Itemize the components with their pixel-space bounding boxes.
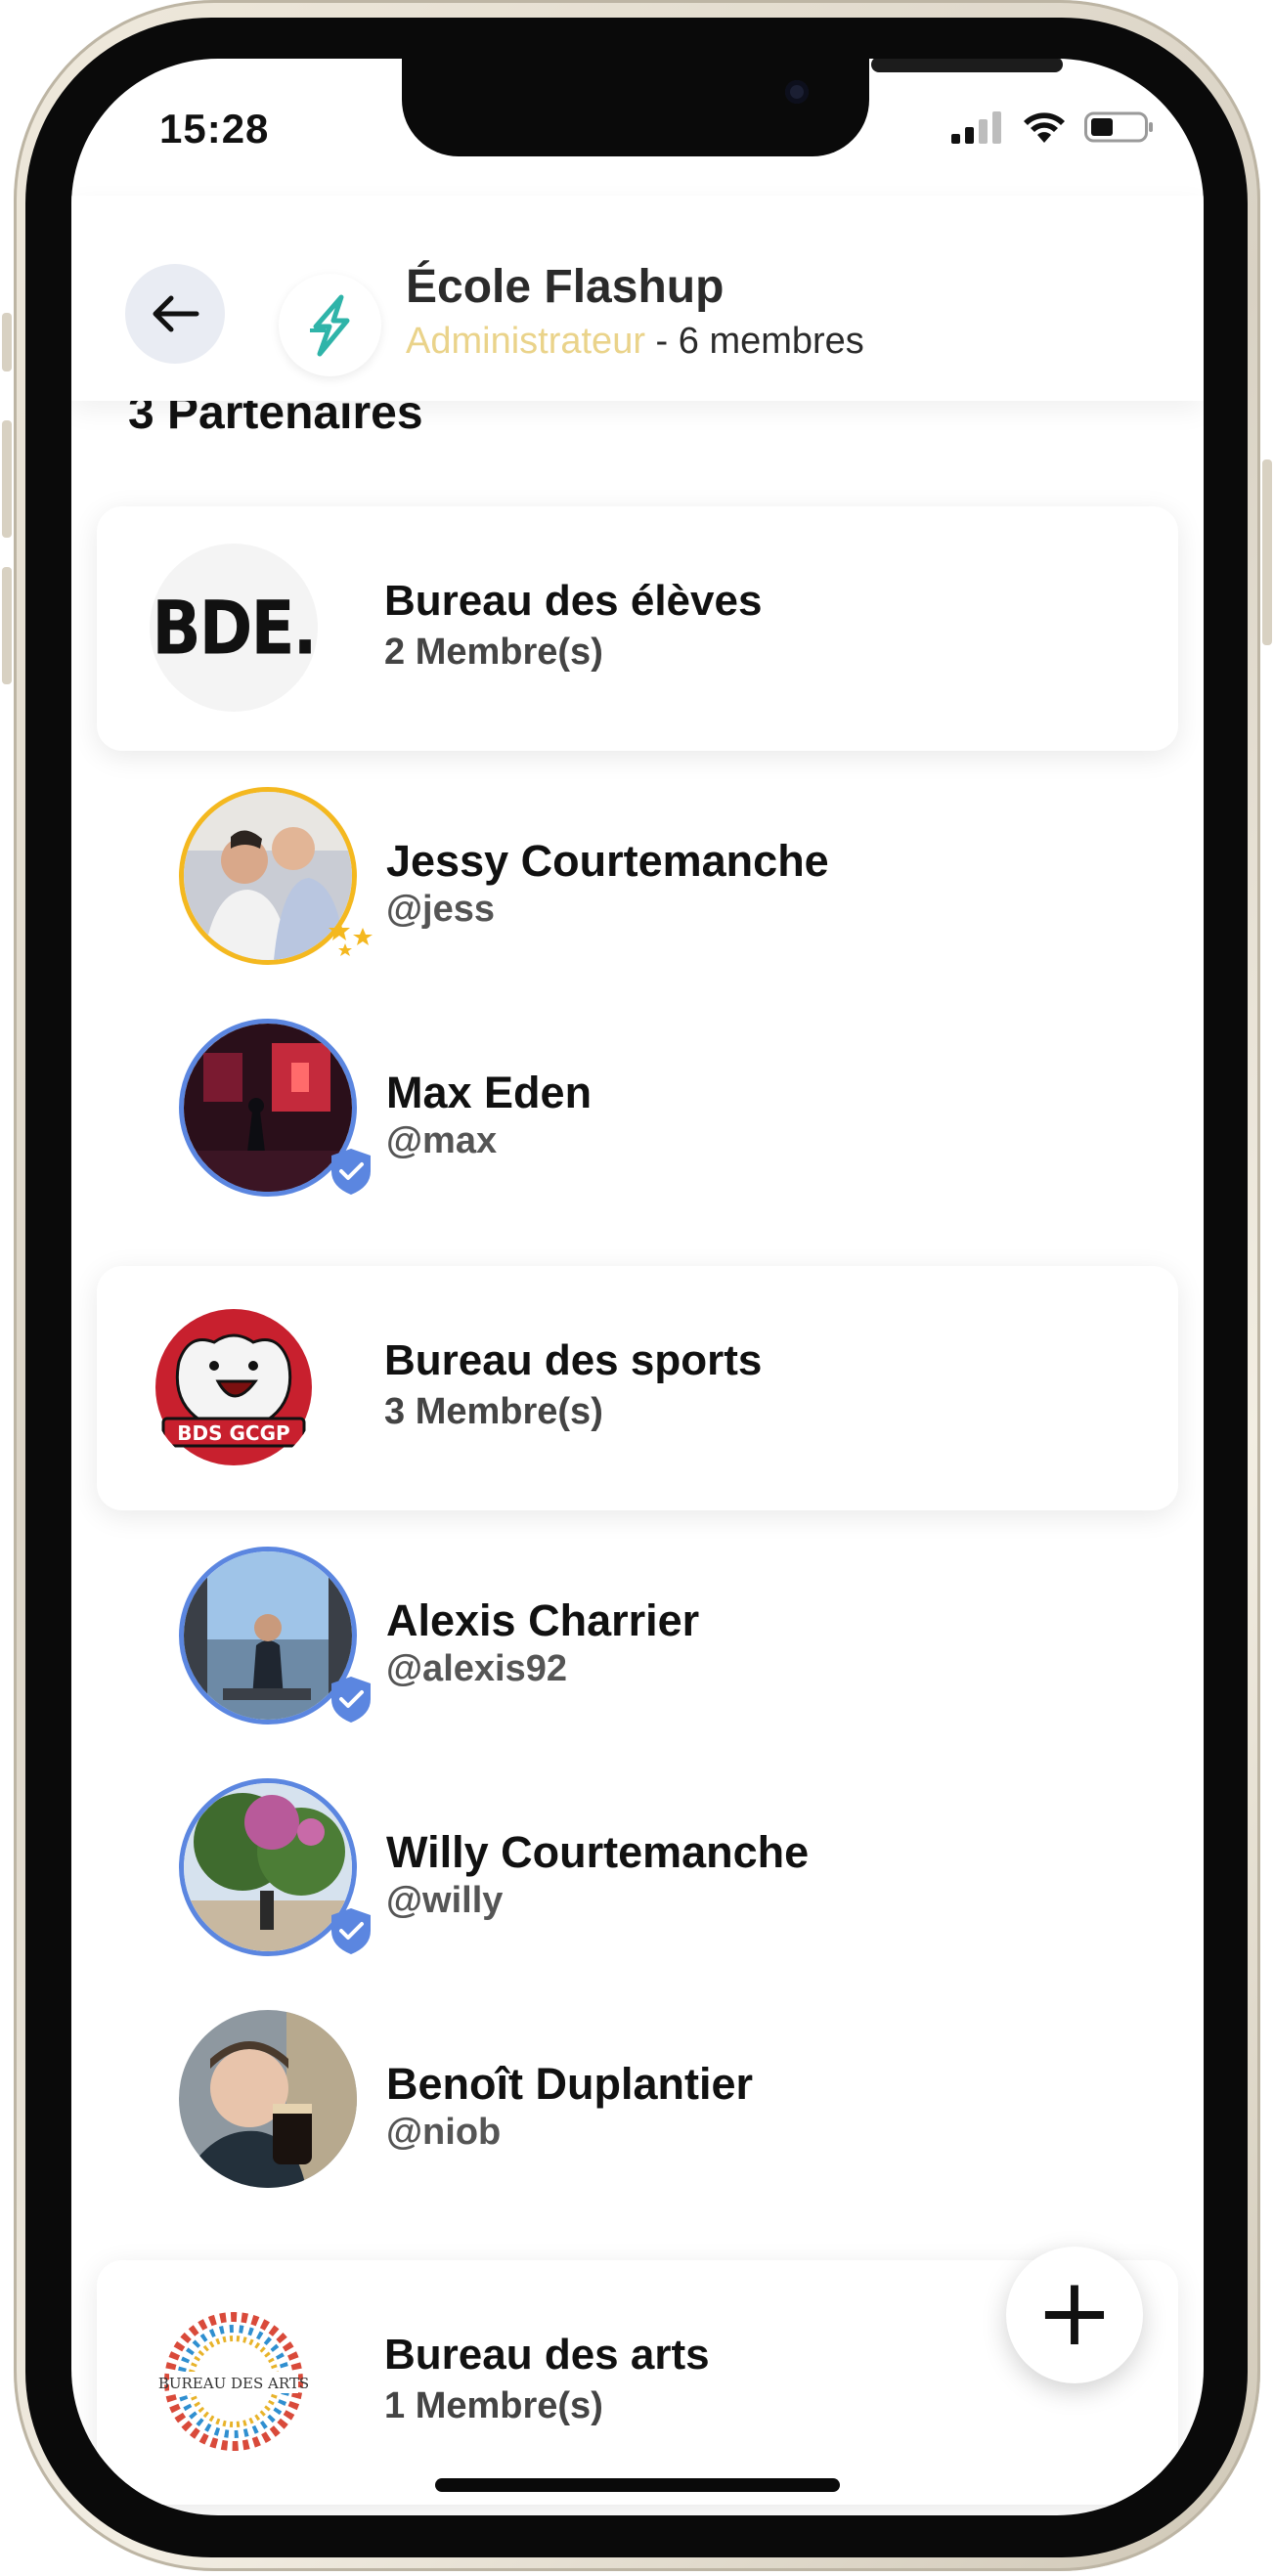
status-time: 15:28 [159,106,270,152]
members-info: - 6 membres [644,321,864,362]
plus-icon: + [1034,2257,1115,2367]
arts-logo-icon: BUREAU DES ARTS [158,2312,309,2451]
bde-logo-text: BDE. [152,584,317,672]
member-row[interactable]: Willy Courtemanche @willy [179,1778,1157,1964]
group-card-title: Bureau des arts [384,2331,710,2379]
member-handle: @niob [386,2112,502,2153]
mute-switch [2,313,12,371]
member-row[interactable]: Max Eden @max [179,1019,1157,1204]
volume-down-button [2,567,12,684]
group-subtitle: Administrateur - 6 membres [406,321,864,363]
member-handle: @jess [386,889,496,930]
group-card-count: 2 Membre(s) [384,632,603,673]
member-name: Benoît Duplantier [386,2059,754,2109]
bds-logo: BDS GCGP [150,1303,318,1471]
arrow-left-icon [153,295,199,332]
avatar [179,2010,357,2188]
group-card-title: Bureau des sports [384,1336,763,1384]
verified-shield-icon [331,1908,371,1954]
member-name: Alexis Charrier [386,1595,700,1645]
group-name: École Flashup [406,261,725,313]
volume-up-button [2,420,12,538]
member-handle: @willy [386,1880,504,1921]
speaker [871,59,1063,72]
group-header: École Flashup Administrateur - 6 membres [71,196,1204,401]
wifi-icon [1024,112,1065,143]
stars-icon [329,920,373,956]
bde-logo: BDE. [150,544,318,712]
bear-logo-icon: BDS GCGP [155,1309,312,1465]
group-logo[interactable] [279,274,381,376]
home-indicator[interactable] [435,2478,840,2492]
add-partner-button[interactable]: + [1006,2247,1143,2383]
signal-icon [951,111,1001,144]
partner-card-bde[interactable]: BDE. Bureau des élèves 2 Membre(s) [97,506,1178,751]
screen: 15:28 École Flashup Administrateur - 6 m… [71,59,1204,2515]
arts-logo: BUREAU DES ARTS [150,2297,318,2466]
member-handle: @max [386,1120,498,1161]
partner-card-bds[interactable]: BDS GCGP Bureau des sports 3 Membre(s) [97,1266,1178,1510]
stage: 15:28 École Flashup Administrateur - 6 m… [0,0,1274,2576]
group-card-title: Bureau des élèves [384,577,763,625]
verified-shield-icon [331,1149,371,1195]
member-name: Willy Courtemanche [386,1827,810,1877]
flashup-logo-icon [309,294,349,356]
role-label: Administrateur [406,321,645,362]
avatar-photo [179,2010,357,2188]
camera-icon [785,80,809,104]
status-icons [951,108,1155,147]
member-name: Max Eden [386,1068,593,1117]
bds-logo-text: BDS GCGP [177,1421,289,1445]
member-name: Jessy Courtemanche [386,836,829,886]
group-card-count: 1 Membre(s) [384,2385,603,2426]
power-button [1262,459,1272,645]
member-handle: @alexis92 [386,1648,567,1689]
verified-shield-icon [331,1677,371,1723]
member-row[interactable]: Alexis Charrier @alexis92 [179,1547,1157,1732]
member-row[interactable]: Benoît Duplantier @niob [179,2010,1157,2196]
member-row[interactable]: Jessy Courtemanche @jess [179,787,1157,973]
back-button[interactable] [125,264,225,364]
battery-icon [1084,111,1153,143]
notch [402,59,1063,156]
group-card-count: 3 Membre(s) [384,1391,603,1432]
arts-logo-text: BUREAU DES ARTS [158,2375,309,2392]
